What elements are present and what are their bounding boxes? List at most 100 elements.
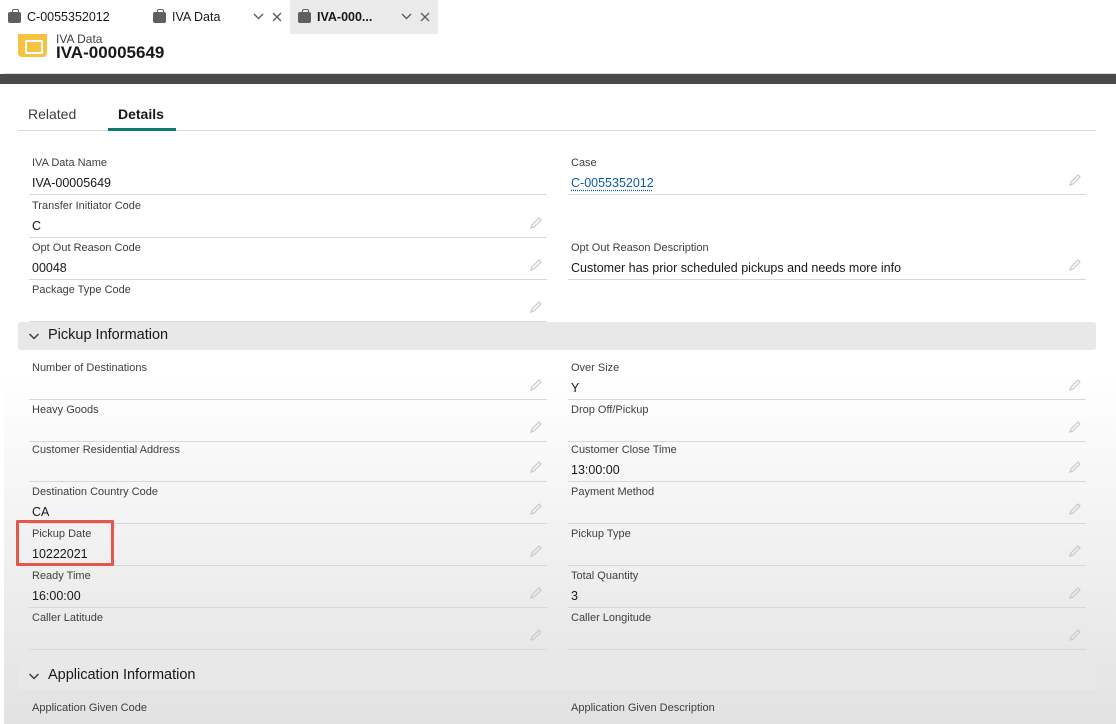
- pencil-icon[interactable]: [529, 300, 543, 314]
- field-label: Caller Longitude: [571, 612, 652, 624]
- field-opt-out-reason-code: Opt Out Reason Code 00048: [29, 238, 547, 280]
- field-iva-data-name: IVA Data Name IVA-00005649: [29, 153, 547, 195]
- iva-data-icon: [18, 34, 47, 57]
- pencil-icon[interactable]: [529, 628, 543, 642]
- pencil-icon[interactable]: [1068, 258, 1082, 272]
- chevron-down-icon[interactable]: [253, 10, 264, 25]
- tab-details[interactable]: Details: [118, 106, 164, 122]
- field-number-of-destinations: Number of Destinations: [29, 358, 547, 400]
- active-tab-indicator: [108, 128, 176, 131]
- briefcase-icon: [298, 8, 311, 23]
- field-label: Number of Destinations: [32, 362, 147, 374]
- pencil-icon[interactable]: [529, 586, 543, 600]
- field-application-given-description: Application Given Description: [568, 698, 1086, 724]
- record-title: IVA-00005649: [56, 43, 165, 62]
- field-over-size: Over Size Y: [568, 358, 1086, 400]
- record-detail-card: Related Details IVA Data Name IVA-000056…: [4, 84, 1116, 724]
- field-value: Customer has prior scheduled pickups and…: [571, 261, 902, 275]
- close-icon[interactable]: [420, 10, 430, 25]
- field-label: Drop Off/Pickup: [571, 404, 649, 416]
- field-label: Opt Out Reason Description: [571, 242, 709, 254]
- field-label: Ready Time: [32, 570, 91, 582]
- header-divider: [0, 74, 1116, 84]
- field-label: Customer Residential Address: [32, 444, 180, 456]
- field-label: Heavy Goods: [32, 404, 99, 416]
- record-header: IVA Data IVA-00005649: [4, 32, 1116, 74]
- field-drop-off-pickup: Drop Off/Pickup: [568, 400, 1086, 442]
- pencil-icon[interactable]: [529, 544, 543, 558]
- field-total-quantity: Total Quantity 3: [568, 566, 1086, 608]
- briefcase-icon: [153, 8, 166, 23]
- section-title: Application Information: [48, 667, 196, 683]
- case-link[interactable]: C-0055352012: [571, 176, 654, 190]
- pencil-icon[interactable]: [1068, 378, 1082, 392]
- pencil-icon[interactable]: [1068, 586, 1082, 600]
- tab-related[interactable]: Related: [28, 106, 76, 122]
- field-value: 3: [571, 589, 578, 603]
- field-label: Total Quantity: [571, 570, 639, 582]
- field-label: Case: [571, 157, 597, 169]
- section-header-application-information[interactable]: Application Information: [18, 662, 1096, 690]
- pencil-icon[interactable]: [1068, 502, 1082, 516]
- pencil-icon[interactable]: [1068, 544, 1082, 558]
- tab-label: IVA-000...: [317, 10, 373, 24]
- field-value: CA: [32, 505, 50, 519]
- field-label: Pickup Type: [571, 528, 631, 540]
- field-value: Y: [571, 381, 580, 395]
- field-application-given-code: Application Given Code: [29, 698, 547, 724]
- pencil-icon[interactable]: [529, 216, 543, 230]
- field-customer-close-time: Customer Close Time 13:00:00: [568, 440, 1086, 482]
- pencil-icon[interactable]: [529, 502, 543, 516]
- field-label: IVA Data Name: [32, 157, 107, 169]
- pencil-icon[interactable]: [529, 420, 543, 434]
- field-pickup-type: Pickup Type: [568, 524, 1086, 566]
- pencil-icon[interactable]: [529, 258, 543, 272]
- field-value: 13:00:00: [571, 463, 620, 477]
- field-package-type-code: Package Type Code: [29, 280, 547, 322]
- section-title: Pickup Information: [48, 327, 169, 343]
- pencil-icon[interactable]: [1068, 173, 1082, 187]
- field-caller-longitude: Caller Longitude: [568, 608, 1086, 650]
- workspace-tab-iva-record[interactable]: IVA-000...: [290, 0, 438, 34]
- tab-label: C-0055352012: [27, 10, 110, 24]
- field-label: Transfer Initiator Code: [32, 200, 142, 212]
- field-label: Opt Out Reason Code: [32, 242, 141, 254]
- field-value: 00048: [32, 261, 67, 275]
- section-header-pickup-information[interactable]: Pickup Information: [18, 322, 1096, 350]
- tab-label: IVA Data: [172, 10, 221, 24]
- workspace-tab-case[interactable]: C-0055352012: [0, 0, 145, 34]
- field-opt-out-reason-description: Opt Out Reason Description Customer has …: [568, 238, 1086, 280]
- pencil-icon[interactable]: [1068, 628, 1082, 642]
- field-case: Case C-0055352012: [568, 153, 1086, 195]
- field-destination-country-code: Destination Country Code CA: [29, 482, 547, 524]
- chevron-down-icon: [28, 329, 40, 341]
- field-caller-latitude: Caller Latitude: [29, 608, 547, 650]
- field-ready-time: Ready Time 16:00:00: [29, 566, 547, 608]
- pencil-icon[interactable]: [1068, 420, 1082, 434]
- workspace-tab-bar: C-0055352012 IVA Data IVA-000...: [0, 0, 1116, 34]
- field-label: Destination Country Code: [32, 486, 158, 498]
- field-label: Payment Method: [571, 486, 655, 498]
- workspace-tab-iva-data[interactable]: IVA Data: [145, 0, 290, 34]
- field-value: 16:00:00: [32, 589, 81, 603]
- pencil-icon[interactable]: [529, 460, 543, 474]
- field-heavy-goods: Heavy Goods: [29, 400, 547, 442]
- record-tabs: Related Details: [18, 98, 1096, 131]
- field-value: C: [32, 219, 42, 233]
- field-value: IVA-00005649: [32, 176, 111, 190]
- field-label: Over Size: [571, 362, 620, 374]
- highlight-box: [16, 520, 114, 566]
- field-label: Application Given Description: [571, 702, 715, 714]
- field-label: Application Given Code: [32, 702, 147, 714]
- field-payment-method: Payment Method: [568, 482, 1086, 524]
- field-transfer-initiator-code: Transfer Initiator Code C: [29, 196, 547, 238]
- chevron-down-icon: [28, 669, 40, 681]
- chevron-down-icon[interactable]: [401, 10, 412, 25]
- pencil-icon[interactable]: [1068, 460, 1082, 474]
- close-icon[interactable]: [272, 10, 282, 25]
- pencil-icon[interactable]: [529, 378, 543, 392]
- field-label: Customer Close Time: [571, 444, 677, 456]
- field-label: Caller Latitude: [32, 612, 103, 624]
- field-customer-residential-address: Customer Residential Address: [29, 440, 547, 482]
- field-label: Package Type Code: [32, 284, 131, 296]
